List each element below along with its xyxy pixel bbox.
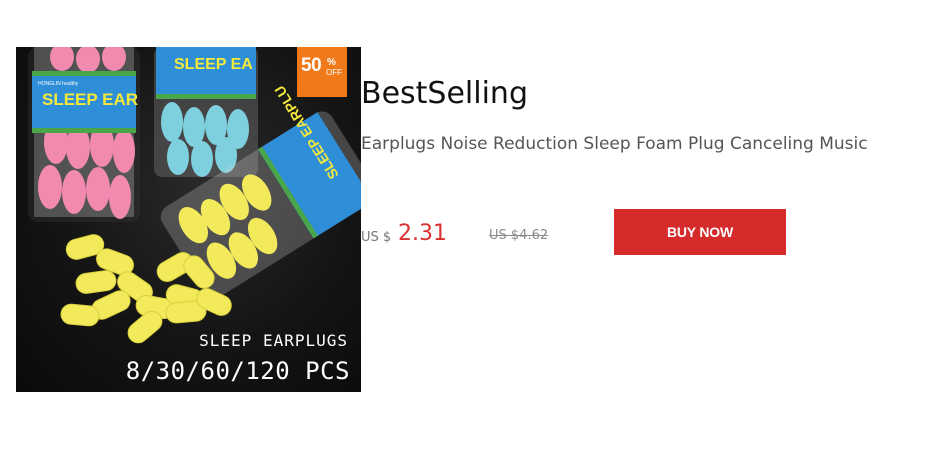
product-title[interactable]: BestSelling <box>361 74 528 114</box>
discount-percent: 50 <box>301 55 322 76</box>
discount-badge: 50 % OFF <box>297 47 347 97</box>
price-currency: US $ <box>361 230 392 245</box>
svg-text:SLEEP EA: SLEEP EA <box>174 56 253 73</box>
blue-earplug-bottle: SLEEP EA <box>154 47 258 177</box>
pink-earplug-bottle: SLEEP EAR HONGLIN healthy <box>28 47 140 222</box>
discount-percent-sign: % <box>327 57 336 68</box>
product-image[interactable]: SLEEP EAR HONGLIN healthy SLEEP EA SLEEP… <box>16 47 361 392</box>
discount-off-label: OFF <box>326 68 342 77</box>
original-price: US $4.62 <box>489 228 549 243</box>
product-card: SLEEP EAR HONGLIN healthy SLEEP EA SLEEP… <box>0 0 943 469</box>
svg-text:HONGLIN healthy: HONGLIN healthy <box>38 81 79 87</box>
svg-text:SLEEP EAR: SLEEP EAR <box>42 90 138 109</box>
buy-now-button[interactable]: BUY NOW <box>614 209 786 255</box>
image-caption-quantity: 8/30/60/120 PCS <box>125 357 350 385</box>
image-caption-title: SLEEP EARPLUGS <box>199 331 348 350</box>
product-description[interactable]: Earplugs Noise Reduction Sleep Foam Plug… <box>361 130 901 160</box>
price-value: 2.31 <box>398 221 447 246</box>
